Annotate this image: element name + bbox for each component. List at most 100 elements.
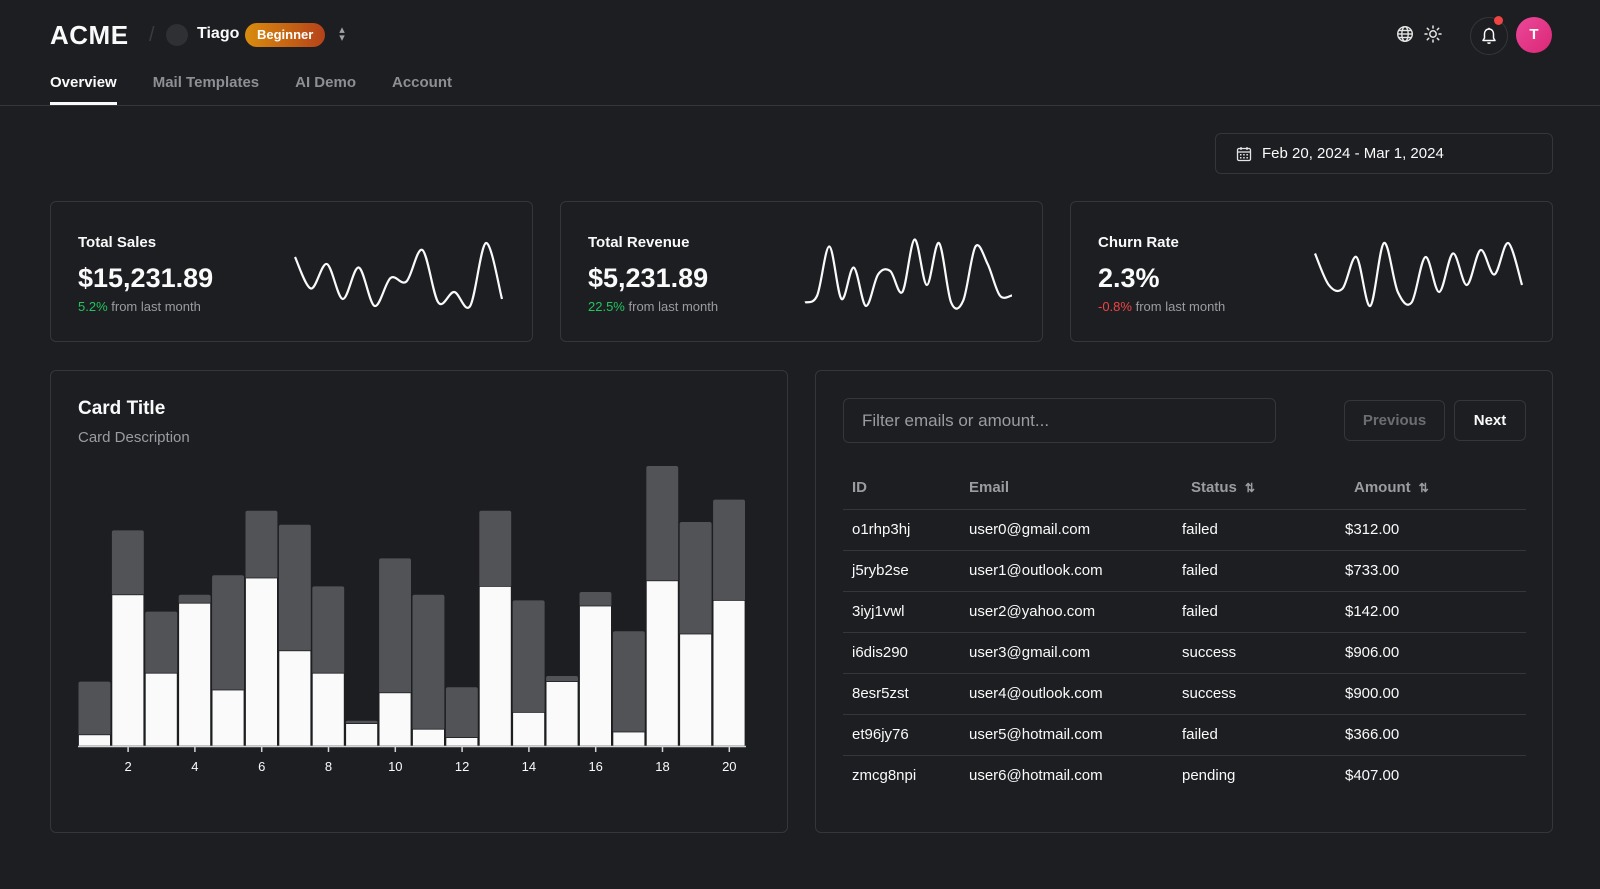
column-header-email: Email xyxy=(960,467,1173,510)
column-header-status[interactable]: Status ⇅ xyxy=(1173,467,1336,510)
bar-series-b-19[interactable] xyxy=(679,522,712,636)
sparkline-path xyxy=(804,238,1013,310)
next-page-button[interactable]: Next xyxy=(1454,400,1526,441)
bar-series-a-15[interactable] xyxy=(545,681,579,747)
bar-series-a-16[interactable] xyxy=(579,605,612,747)
bar-series-b-6[interactable] xyxy=(245,510,278,580)
bar-series-a-17[interactable] xyxy=(612,731,646,747)
stat-title: Total Sales xyxy=(78,234,157,251)
user-avatar[interactable]: T xyxy=(1516,17,1552,53)
stat-delta: -0.8% from last month xyxy=(1098,299,1225,314)
date-range-picker[interactable]: Feb 20, 2024 - Mar 1, 2024 xyxy=(1215,133,1553,174)
bar-series-a-4[interactable] xyxy=(178,602,211,747)
tab-overview[interactable]: Overview xyxy=(50,74,117,105)
sun-icon[interactable] xyxy=(1424,25,1442,43)
stat-value: 2.3% xyxy=(1098,263,1160,293)
cell-amount: $900.00 xyxy=(1336,673,1526,715)
x-tick-label: 2 xyxy=(124,759,131,774)
sparkline-path xyxy=(293,241,504,309)
cell-amount: $906.00 xyxy=(1336,632,1526,674)
bar-series-a-20[interactable] xyxy=(712,599,746,747)
bar-series-a-9[interactable] xyxy=(345,723,379,747)
calendar-icon xyxy=(1236,146,1252,161)
bar-series-a-18[interactable] xyxy=(645,580,679,747)
column-header-id: ID xyxy=(843,467,960,510)
sparkline-total-revenue xyxy=(804,238,1013,310)
table-row[interactable]: 3iyj1vwl user2@yahoo.com failed $142.00 xyxy=(843,591,1526,633)
column-header-amount[interactable]: Amount ⇅ xyxy=(1336,467,1526,510)
bar-series-b-1[interactable] xyxy=(78,681,111,737)
stat-delta-value: -0.8% xyxy=(1098,299,1132,314)
bar-series-a-6[interactable] xyxy=(245,577,278,747)
bar-series-a-13[interactable] xyxy=(478,585,512,747)
sort-icon[interactable]: ⇅ xyxy=(1419,481,1429,495)
table-row[interactable]: i6dis290 user3@gmail.com success $906.00 xyxy=(843,632,1526,674)
bar-series-b-14[interactable] xyxy=(512,600,545,715)
team-name[interactable]: Tiago xyxy=(197,25,239,43)
sparkline-path xyxy=(1313,241,1524,308)
bar-series-b-16[interactable] xyxy=(579,592,612,608)
bar-series-b-20[interactable] xyxy=(713,499,745,603)
stat-card-total-sales: Total Sales $15,231.89 5.2% from last mo… xyxy=(50,201,533,342)
x-tick-label: 8 xyxy=(325,759,332,774)
table-row[interactable]: j5ryb2se user1@outlook.com failed $733.00 xyxy=(843,550,1526,592)
sort-icon[interactable]: ⇅ xyxy=(1245,481,1255,495)
stat-title: Churn Rate xyxy=(1098,234,1179,251)
bar-series-b-7[interactable] xyxy=(278,524,311,653)
bar-series-b-8[interactable] xyxy=(312,586,345,676)
tab-mail-templates[interactable]: Mail Templates xyxy=(153,74,259,105)
cell-status: failed xyxy=(1173,591,1336,633)
table-row[interactable]: et96jy76 user5@hotmail.com failed $366.00 xyxy=(843,714,1526,756)
x-tick-label: 16 xyxy=(588,759,602,774)
cell-status: failed xyxy=(1173,550,1336,592)
x-tick-label: 18 xyxy=(655,759,669,774)
team-avatar[interactable] xyxy=(166,24,188,46)
cell-amount: $366.00 xyxy=(1336,714,1526,756)
chevron-up-down-icon[interactable]: ▴ ▾ xyxy=(335,25,349,44)
bar-series-b-5[interactable] xyxy=(212,575,244,692)
cell-id: 8esr5zst xyxy=(843,673,960,715)
x-tick-label: 12 xyxy=(455,759,469,774)
bar-series-a-10[interactable] xyxy=(378,692,412,747)
stacked-bar-chart: 2 4 6 8 10 12 14 16 18 20 xyxy=(78,466,746,774)
cell-status: failed xyxy=(1173,714,1336,756)
stat-card-churn-rate: Churn Rate 2.3% -0.8% from last month xyxy=(1070,201,1553,342)
stat-value: $15,231.89 xyxy=(78,263,214,293)
globe-icon[interactable] xyxy=(1396,25,1414,43)
bar-series-a-19[interactable] xyxy=(679,633,713,747)
bar-series-a-3[interactable] xyxy=(144,672,178,747)
stat-delta-value: 5.2% xyxy=(78,299,108,314)
tab-account[interactable]: Account xyxy=(392,74,452,105)
bar-series-a-1[interactable] xyxy=(78,734,111,747)
bar-series-a-7[interactable] xyxy=(278,650,312,747)
sparkline-total-sales xyxy=(293,241,504,309)
bar-series-b-17[interactable] xyxy=(612,631,645,734)
bar-series-a-12[interactable] xyxy=(445,737,479,747)
logo[interactable]: ACME xyxy=(50,20,129,51)
bar-series-a-8[interactable] xyxy=(311,672,345,747)
table-row[interactable]: zmcg8npi user6@hotmail.com pending $407.00 xyxy=(843,755,1526,796)
bar-series-a-11[interactable] xyxy=(412,728,445,747)
tab-ai-demo[interactable]: AI Demo xyxy=(295,74,356,105)
bar-series-b-12[interactable] xyxy=(445,687,478,740)
previous-page-button[interactable]: Previous xyxy=(1344,400,1445,441)
stat-delta-suffix: from last month xyxy=(111,299,201,314)
x-tick-label: 14 xyxy=(522,759,536,774)
tab-list: Overview Mail Templates AI Demo Account xyxy=(50,74,452,105)
bar-series-b-3[interactable] xyxy=(145,611,178,676)
bar-series-a-5[interactable] xyxy=(211,689,245,747)
table-row[interactable]: o1rhp3hj user0@gmail.com failed $312.00 xyxy=(843,509,1526,551)
filter-input[interactable] xyxy=(843,398,1276,443)
bar-series-a-14[interactable] xyxy=(512,711,546,747)
bar-series-b-18[interactable] xyxy=(646,466,679,583)
bar-series-b-2[interactable] xyxy=(111,530,144,597)
breadcrumb-separator: / xyxy=(149,24,155,46)
x-tick-label: 6 xyxy=(258,759,265,774)
bar-series-b-13[interactable] xyxy=(479,510,512,589)
bar-series-b-10[interactable] xyxy=(379,558,411,695)
table-row[interactable]: 8esr5zst user4@outlook.com success $900.00 xyxy=(843,673,1526,715)
cell-email: user1@outlook.com xyxy=(960,550,1173,592)
bar-series-b-11[interactable] xyxy=(412,594,445,732)
x-tick-label: 10 xyxy=(388,759,402,774)
bar-series-a-2[interactable] xyxy=(111,594,145,747)
